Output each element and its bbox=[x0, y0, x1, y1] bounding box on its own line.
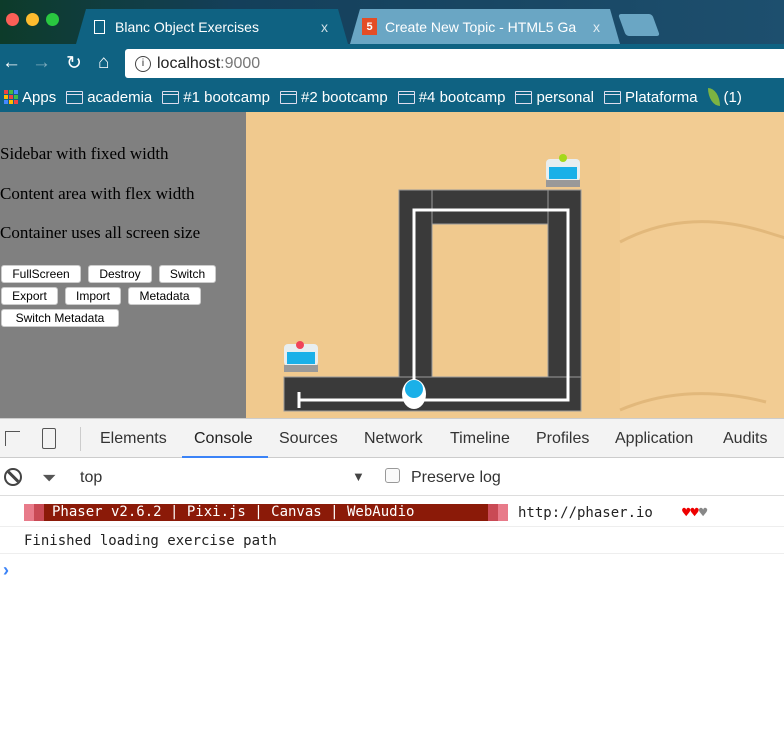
minimize-window-button[interactable] bbox=[26, 13, 39, 26]
maximize-window-button[interactable] bbox=[46, 13, 59, 26]
goal-station bbox=[546, 154, 580, 187]
bookmark-label: Apps bbox=[22, 88, 57, 106]
tab-sources[interactable]: Sources bbox=[279, 430, 338, 448]
bookmark-leaf[interactable]: (1) bbox=[707, 88, 742, 106]
tab-application[interactable]: Application bbox=[615, 430, 693, 448]
console-toolbar: ⏷ top ▼ Preserve log bbox=[0, 458, 784, 496]
inspect-element-icon[interactable] bbox=[5, 431, 20, 446]
sidebar-text: Content area with flex width bbox=[0, 184, 195, 203]
path-line bbox=[299, 208, 570, 402]
folder-icon bbox=[604, 90, 621, 104]
preserve-log-checkbox[interactable] bbox=[385, 468, 400, 483]
folder-icon bbox=[279, 90, 297, 104]
console-prompt[interactable]: › bbox=[3, 560, 9, 581]
back-icon[interactable]: ← bbox=[2, 52, 21, 74]
bookmark-personal[interactable]: personal bbox=[515, 89, 594, 106]
folder-icon bbox=[515, 90, 533, 104]
phaser-link[interactable]: http://phaser.io bbox=[518, 505, 653, 521]
tab-elements[interactable]: Elements bbox=[100, 430, 167, 448]
bookmark-2-bootcamp[interactable]: #2 bootcamp bbox=[279, 88, 388, 106]
game-canvas[interactable] bbox=[246, 112, 784, 418]
html5-icon: 5 bbox=[362, 18, 377, 35]
tab-create-new-topic[interactable]: 5 Create New Topic - HTML5 Ga x bbox=[350, 9, 620, 44]
filter-icon[interactable]: ⏷ bbox=[42, 468, 56, 489]
clear-console-icon[interactable] bbox=[4, 468, 22, 486]
tab-timeline[interactable]: Timeline bbox=[450, 430, 510, 448]
track-segment-bottom bbox=[283, 376, 582, 412]
destroy-button[interactable]: Destroy bbox=[88, 265, 152, 283]
url-port: :9000 bbox=[220, 54, 261, 72]
close-window-button[interactable] bbox=[6, 13, 19, 26]
background-panel bbox=[620, 112, 784, 418]
tab-console[interactable]: Console bbox=[194, 430, 253, 448]
start-station bbox=[284, 341, 318, 372]
bookmark-label: personal bbox=[536, 88, 594, 106]
sidebar-text: Sidebar with fixed width bbox=[0, 144, 169, 163]
sidebar: Sidebar with fixed width Content area wi… bbox=[0, 112, 246, 418]
tab-network[interactable]: Network bbox=[364, 430, 423, 448]
bookmark-label: #2 bootcamp bbox=[300, 88, 388, 106]
devtools-tabbar: Elements Console Sources Network Timelin… bbox=[0, 418, 784, 458]
banner-edge bbox=[34, 504, 44, 521]
title-bar: Blanc Object Exercises x 5 Create New To… bbox=[0, 0, 784, 44]
device-toolbar-icon[interactable] bbox=[42, 428, 56, 449]
switch-metadata-button[interactable]: Switch Metadata bbox=[1, 309, 119, 327]
console-message-banner: Phaser v2.6.2 | Pixi.js | Canvas | WebAu… bbox=[0, 497, 784, 527]
heart-grey-icon: ♥ bbox=[698, 505, 708, 521]
bookmark-4-bootcamp[interactable]: #4 bootcamp bbox=[397, 88, 506, 106]
metadata-button[interactable]: Metadata bbox=[128, 287, 201, 305]
bookmark-label: (1) bbox=[723, 88, 742, 106]
bookmark-plataforma[interactable]: Plataforma bbox=[604, 89, 698, 106]
tab-blanc-object-exercises[interactable]: Blanc Object Exercises x bbox=[76, 9, 348, 44]
preserve-log-label[interactable]: Preserve log bbox=[411, 469, 501, 487]
page-icon bbox=[94, 20, 105, 34]
tab-title: Blanc Object Exercises bbox=[115, 18, 259, 35]
tab-profiles[interactable]: Profiles bbox=[536, 430, 589, 448]
folder-icon bbox=[162, 90, 180, 104]
export-button[interactable]: Export bbox=[1, 287, 58, 305]
console-message-text: Finished loading exercise path bbox=[24, 533, 277, 549]
phaser-banner: Phaser v2.6.2 | Pixi.js | Canvas | WebAu… bbox=[44, 504, 488, 521]
bookmark-label: #1 bootcamp bbox=[183, 88, 270, 106]
bookmark-apps[interactable]: Apps bbox=[4, 89, 56, 106]
game-scene bbox=[283, 112, 784, 418]
track bbox=[283, 189, 582, 412]
bookmark-academia[interactable]: academia bbox=[66, 89, 152, 106]
context-selector[interactable]: top bbox=[80, 469, 102, 487]
switch-button[interactable]: Switch bbox=[159, 265, 216, 283]
forward-icon[interactable]: → bbox=[32, 52, 51, 74]
leaf-icon bbox=[707, 88, 720, 106]
bookmarks-bar: Apps academia #1 bootcamp #2 bootcamp #4… bbox=[0, 82, 784, 112]
close-tab-icon[interactable]: x bbox=[593, 19, 600, 35]
bookmark-label: Plataforma bbox=[625, 88, 698, 106]
sidebar-text: Container uses all screen size bbox=[0, 223, 201, 242]
browser-toolbar: ← → ↻ ⌂ i localhost:9000 bbox=[0, 44, 784, 82]
console-message: Finished loading exercise path bbox=[0, 527, 784, 554]
folder-icon bbox=[66, 90, 84, 104]
divider bbox=[80, 427, 81, 451]
home-icon[interactable]: ⌂ bbox=[98, 52, 109, 74]
bookmark-1-bootcamp[interactable]: #1 bootcamp bbox=[162, 89, 270, 106]
apps-grid-icon bbox=[4, 90, 18, 104]
bookmark-label: #4 bootcamp bbox=[418, 88, 506, 106]
import-button[interactable]: Import bbox=[65, 287, 121, 305]
info-icon: i bbox=[135, 55, 151, 72]
folder-icon bbox=[397, 90, 415, 104]
url-host: localhost bbox=[157, 54, 221, 72]
fullscreen-button[interactable]: FullScreen bbox=[1, 265, 81, 283]
banner-edge bbox=[488, 504, 498, 521]
hearts-icon: ♥♥ bbox=[682, 505, 699, 521]
tab-audits[interactable]: Audits bbox=[723, 430, 767, 448]
reload-icon[interactable]: ↻ bbox=[66, 52, 82, 75]
robot[interactable] bbox=[402, 379, 426, 409]
bookmark-label: academia bbox=[87, 88, 153, 106]
tab-title: Create New Topic - HTML5 Ga bbox=[385, 18, 577, 35]
address-bar[interactable]: i localhost:9000 bbox=[125, 49, 784, 78]
close-tab-icon[interactable]: x bbox=[321, 19, 328, 35]
new-tab-button[interactable] bbox=[617, 14, 661, 36]
dropdown-arrow-icon[interactable]: ▼ bbox=[352, 469, 365, 484]
